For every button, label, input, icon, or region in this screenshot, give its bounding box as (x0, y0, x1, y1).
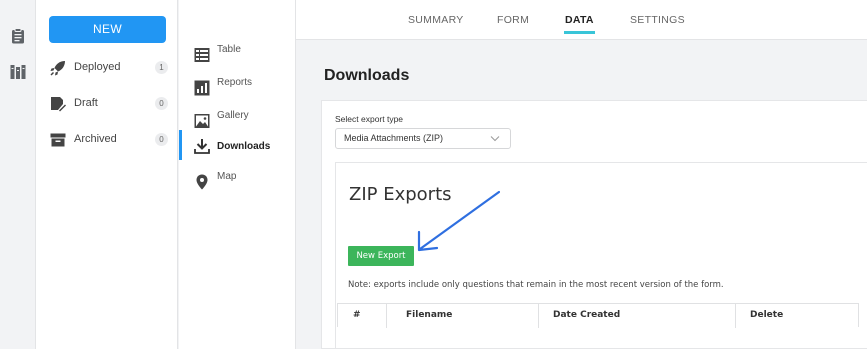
bar-chart-icon (194, 80, 210, 96)
tab-form[interactable]: FORM (497, 14, 529, 26)
status-count-badge: 0 (155, 133, 168, 146)
main-content: Downloads Select export type Media Attac… (297, 41, 867, 349)
chevron-down-icon (490, 136, 500, 142)
map-pin-icon (196, 174, 208, 190)
tab-data[interactable]: DATA (564, 14, 595, 34)
image-icon (194, 114, 210, 128)
export-type-label: Select export type (335, 114, 404, 124)
draft-icon (51, 97, 66, 112)
subnav-item-downloads[interactable]: Downloads (179, 130, 296, 160)
data-subnav: Table Reports Gallery Downloads Map (179, 0, 296, 349)
column-header-number: # (353, 310, 361, 320)
exports-table-header: # Filename Date Created Delete (337, 303, 859, 328)
download-icon (194, 139, 210, 154)
status-label: Draft (74, 97, 98, 109)
column-divider (735, 304, 736, 328)
column-divider (538, 304, 539, 328)
status-count-badge: 1 (155, 61, 168, 74)
subnav-label: Reports (217, 77, 253, 88)
subnav-label: Map (217, 171, 237, 182)
page-title: Downloads (324, 67, 410, 84)
status-count-badge: 0 (155, 97, 168, 110)
exports-note: Note: exports include only questions tha… (348, 280, 724, 290)
status-item-draft[interactable]: Draft 0 (50, 95, 172, 113)
rocket-icon (50, 61, 65, 76)
library-icon[interactable] (10, 64, 26, 80)
export-type-value: Media Attachments (ZIP) (344, 133, 444, 143)
app-icon-bar (0, 0, 36, 349)
new-button[interactable]: NEW (49, 16, 166, 43)
tab-settings[interactable]: SETTINGS (630, 14, 685, 26)
subnav-label: Table (217, 44, 241, 55)
column-divider (386, 304, 387, 328)
clipboard-icon[interactable] (11, 28, 25, 44)
export-card: Select export type Media Attachments (ZI… (321, 100, 867, 349)
subnav-item-table[interactable]: Table (179, 40, 296, 70)
subnav-label: Downloads (217, 141, 271, 152)
subnav-label: Gallery (217, 110, 249, 121)
status-item-archived[interactable]: Archived 0 (50, 131, 172, 149)
subnav-item-reports[interactable]: Reports (179, 73, 296, 103)
status-label: Deployed (74, 61, 121, 73)
zip-exports-section: ZIP Exports New Export Note: exports inc… (335, 162, 867, 349)
form-status-panel: NEW Deployed 1 Draft 0 Archived 0 (36, 0, 178, 349)
table-icon (194, 48, 210, 62)
archive-icon (50, 133, 66, 147)
tab-summary[interactable]: SUMMARY (408, 14, 464, 26)
column-header-delete: Delete (750, 310, 784, 320)
status-item-deployed[interactable]: Deployed 1 (50, 59, 172, 77)
status-label: Archived (74, 133, 117, 145)
subnav-item-map[interactable]: Map (179, 167, 296, 197)
export-type-select[interactable]: Media Attachments (ZIP) (335, 128, 511, 149)
zip-exports-title: ZIP Exports (349, 184, 452, 205)
new-export-button[interactable]: New Export (348, 246, 414, 266)
column-header-date-created: Date Created (553, 310, 621, 320)
column-header-filename: Filename (406, 310, 453, 320)
